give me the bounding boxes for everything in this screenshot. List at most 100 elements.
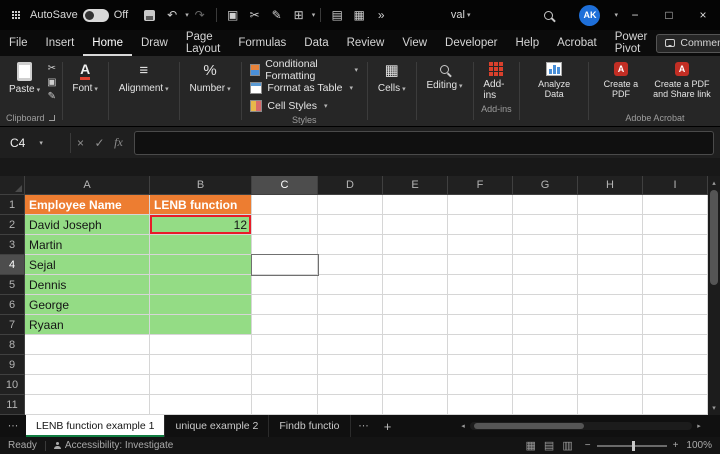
cell-E5[interactable] xyxy=(383,275,448,295)
ribbon-tab-view[interactable]: View xyxy=(393,30,436,56)
cell-I6[interactable] xyxy=(643,295,708,315)
accessibility-status[interactable]: Accessibility: Investigate xyxy=(65,440,173,451)
row-header-6[interactable]: 6 xyxy=(0,295,25,315)
format-painter-icon[interactable]: ✎ xyxy=(266,8,288,22)
row-header-10[interactable]: 10 xyxy=(0,375,25,395)
avatar[interactable]: AK xyxy=(579,5,600,26)
column-header-F[interactable]: F xyxy=(448,176,513,195)
scroll-up-icon[interactable]: ▴ xyxy=(712,176,716,190)
cell-A3[interactable]: Martin xyxy=(25,235,150,255)
new-sheet-button[interactable]: + xyxy=(377,415,399,437)
enter-check-icon[interactable]: ✓ xyxy=(90,136,109,150)
cell-D2[interactable] xyxy=(318,215,383,235)
ribbon-tab-formulas[interactable]: Formulas xyxy=(229,30,295,56)
more-sheets-ellipsis[interactable]: ⋯ xyxy=(351,415,377,437)
cell-H7[interactable] xyxy=(578,315,643,335)
cell-G6[interactable] xyxy=(513,295,578,315)
cell-F6[interactable] xyxy=(448,295,513,315)
ribbon-tab-file[interactable]: File xyxy=(0,30,37,56)
cell-A7[interactable]: Ryaan xyxy=(25,315,150,335)
dialog-launcher-icon[interactable] xyxy=(49,115,55,121)
cell-F9[interactable] xyxy=(448,355,513,375)
cell-D10[interactable] xyxy=(318,375,383,395)
cell-H10[interactable] xyxy=(578,375,643,395)
select-all-corner[interactable] xyxy=(0,176,25,195)
row-header-5[interactable]: 5 xyxy=(0,275,25,295)
editing-dropdown-button[interactable]: Editing▾ xyxy=(421,60,467,93)
row-header-3[interactable]: 3 xyxy=(0,235,25,255)
cell-H6[interactable] xyxy=(578,295,643,315)
cell-I7[interactable] xyxy=(643,315,708,335)
cell-E11[interactable] xyxy=(383,395,448,415)
row-header-1[interactable]: 1 xyxy=(0,195,25,215)
format-painter-icon[interactable]: ✎ xyxy=(47,91,56,102)
sheet-nav-ellipsis[interactable]: ⋯ xyxy=(0,415,26,437)
column-header-H[interactable]: H xyxy=(578,176,643,195)
cell-H2[interactable] xyxy=(578,215,643,235)
ribbon-tab-developer[interactable]: Developer xyxy=(436,30,506,56)
ribbon-tab-help[interactable]: Help xyxy=(506,30,548,56)
horizontal-scroll-thumb[interactable] xyxy=(474,423,584,429)
cell-B3[interactable] xyxy=(150,235,252,255)
analyze-data-button[interactable]: Analyze Data xyxy=(525,60,583,101)
cell-D1[interactable] xyxy=(318,195,383,215)
cell-C7[interactable] xyxy=(252,315,318,335)
search-box[interactable]: val ▾ xyxy=(451,9,471,21)
cell-H9[interactable] xyxy=(578,355,643,375)
row-header-4[interactable]: 4 xyxy=(0,255,25,275)
cell-A1[interactable]: Employee Name xyxy=(25,195,150,215)
close-button[interactable]: × xyxy=(686,0,720,30)
cell-C2[interactable] xyxy=(252,215,318,235)
cell-H3[interactable] xyxy=(578,235,643,255)
row-header-7[interactable]: 7 xyxy=(0,315,25,335)
autosave-control[interactable]: AutoSave Off xyxy=(30,9,128,22)
sheet-tab-unique-example-2[interactable]: unique example 2 xyxy=(165,415,269,437)
cell-E10[interactable] xyxy=(383,375,448,395)
column-header-D[interactable]: D xyxy=(318,176,383,195)
copy-icon[interactable]: ▣ xyxy=(47,77,56,88)
ribbon-tab-page-layout[interactable]: Page Layout xyxy=(177,30,230,56)
row-header-8[interactable]: 8 xyxy=(0,335,25,355)
column-header-E[interactable]: E xyxy=(383,176,448,195)
table-icon[interactable]: ▤ xyxy=(326,8,348,22)
copy-icon[interactable]: ▣ xyxy=(222,8,244,22)
row-header-2[interactable]: 2 xyxy=(0,215,25,235)
cell-I8[interactable] xyxy=(643,335,708,355)
cell-F7[interactable] xyxy=(448,315,513,335)
column-header-G[interactable]: G xyxy=(513,176,578,195)
cell-F4[interactable] xyxy=(448,255,513,275)
page-break-view-icon[interactable]: ▥ xyxy=(562,439,572,452)
ribbon-tab-draw[interactable]: Draw xyxy=(132,30,177,56)
column-header-C[interactable]: C xyxy=(252,176,318,195)
scroll-left-icon[interactable]: ◂ xyxy=(456,422,470,430)
borders-icon[interactable]: ⊞ xyxy=(288,8,310,22)
borders-caret-icon[interactable]: ▾ xyxy=(312,11,316,19)
column-header-I[interactable]: I xyxy=(643,176,708,195)
cell-G11[interactable] xyxy=(513,395,578,415)
horizontal-scrollbar[interactable]: ◂ ▸ xyxy=(456,415,706,437)
cell-C11[interactable] xyxy=(252,395,318,415)
cell-B9[interactable] xyxy=(150,355,252,375)
cell-A4[interactable]: Sejal xyxy=(25,255,150,275)
cell-D4[interactable] xyxy=(318,255,383,275)
cells-dropdown-button[interactable]: ▦ Cells▾ xyxy=(373,60,411,96)
cell-G1[interactable] xyxy=(513,195,578,215)
save-icon[interactable] xyxy=(144,10,155,21)
cut-icon[interactable]: ✂ xyxy=(47,63,56,74)
cell-I4[interactable] xyxy=(643,255,708,275)
ribbon-tab-acrobat[interactable]: Acrobat xyxy=(548,30,606,56)
cell-B5[interactable] xyxy=(150,275,252,295)
cell-A10[interactable] xyxy=(25,375,150,395)
cell-C5[interactable] xyxy=(252,275,318,295)
cell-F8[interactable] xyxy=(448,335,513,355)
scroll-right-icon[interactable]: ▸ xyxy=(692,422,706,430)
ribbon-tab-data[interactable]: Data xyxy=(295,30,337,56)
row-header-11[interactable]: 11 xyxy=(0,395,25,415)
app-waffle-icon[interactable] xyxy=(12,11,20,19)
cell-E7[interactable] xyxy=(383,315,448,335)
formula-input[interactable] xyxy=(134,131,714,155)
cell-F11[interactable] xyxy=(448,395,513,415)
cell-F3[interactable] xyxy=(448,235,513,255)
cell-C3[interactable] xyxy=(252,235,318,255)
cell-styles-button[interactable]: Cell Styles ▾ xyxy=(246,98,362,114)
